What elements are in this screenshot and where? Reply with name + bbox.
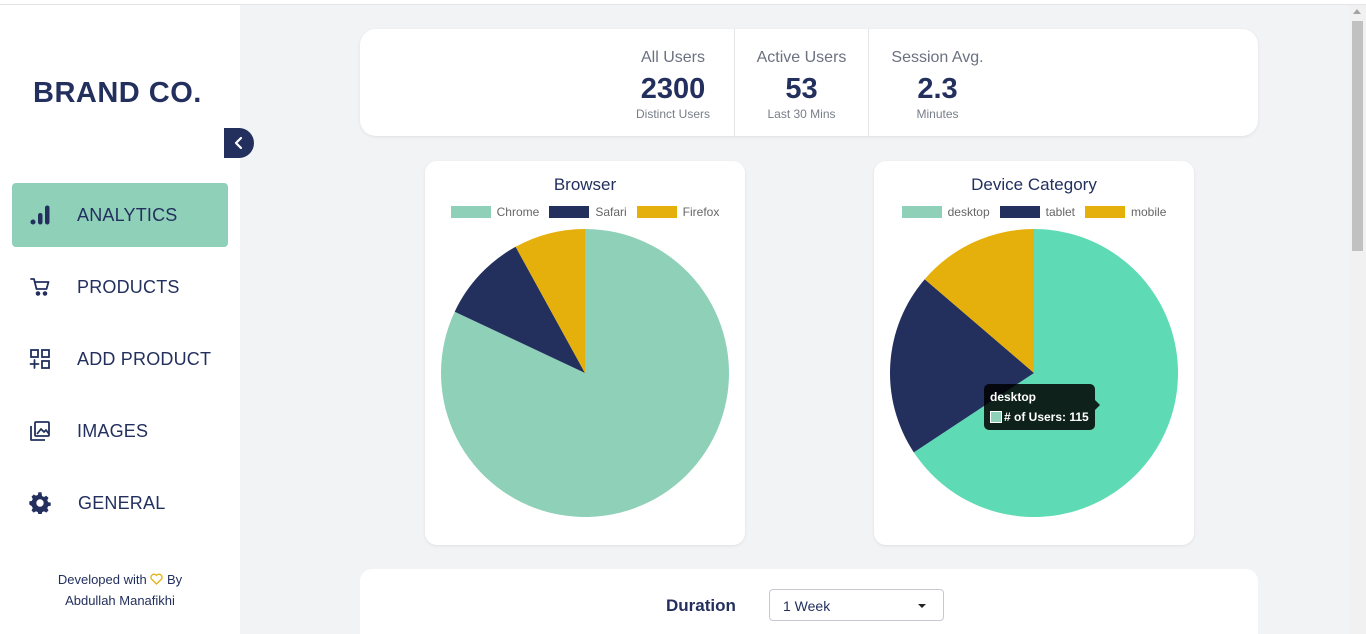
duration-select[interactable]: 1 Week (769, 589, 944, 621)
legend-swatch (450, 206, 491, 218)
heart-icon (150, 571, 163, 591)
scrollbar-thumb[interactable] (1352, 21, 1363, 251)
tooltip-title: desktop (990, 390, 1037, 404)
sidebar-item-label: GENERAL (78, 492, 166, 513)
footer-prefix: Developed with (57, 572, 147, 587)
browser-chart-card: Browser Chrome Safari Firefox (425, 161, 745, 545)
sidebar-item-products[interactable]: PRODUCTS (12, 255, 228, 319)
legend-item-mobile[interactable]: mobile (1085, 205, 1166, 219)
sidebar-item-add-product[interactable]: ADD PRODUCT (12, 327, 228, 391)
stats-card: All Users 2300 Distinct Users Active Use… (360, 29, 1258, 136)
sidebar-item-label: ANALYTICS (77, 204, 178, 225)
gear-icon (29, 492, 51, 514)
stat-sub: Distinct Users (635, 107, 710, 121)
legend-item-firefox[interactable]: Firefox (636, 205, 720, 219)
legend-swatch (636, 206, 677, 218)
tooltip-swatch (990, 411, 1002, 423)
stat-sub: Last 30 Mins (767, 107, 836, 121)
chart-title: Device Category (971, 175, 1097, 194)
legend-label: desktop (947, 205, 990, 219)
sidebar-item-analytics[interactable]: ANALYTICS (12, 183, 228, 247)
stat-active-users: Active Users 53 Last 30 Mins (735, 29, 868, 136)
footer-author: Abdullah Manafikhi (65, 592, 175, 608)
stat-label: Active Users (756, 49, 847, 66)
duration-selected: 1 Week (783, 598, 831, 614)
sidebar-item-label: PRODUCTS (77, 276, 180, 297)
stat-all-users: All Users 2300 Distinct Users (613, 29, 733, 136)
sidebar-item-label: ADD PRODUCT (77, 348, 212, 369)
chevron-left-icon (234, 136, 243, 150)
page-scrollbar[interactable] (1349, 5, 1366, 634)
legend-label: tablet (1045, 205, 1076, 219)
chart-legend: desktop tablet mobile (874, 205, 1194, 219)
device-pie-chart[interactable] (890, 229, 1178, 517)
stat-value: 53 (785, 73, 818, 105)
legend-label: Chrome (496, 205, 540, 219)
sidebar-item-images[interactable]: IMAGES (12, 399, 228, 463)
legend-label: Safari (595, 205, 627, 219)
stat-value: 2.3 (917, 73, 958, 105)
legend-swatch (1085, 206, 1126, 218)
legend-item-tablet[interactable]: tablet (999, 205, 1076, 219)
brand-logo: BRAND CO. (33, 77, 202, 109)
add-grid-icon (29, 348, 51, 370)
legend-swatch (549, 206, 590, 218)
device-chart-card: Device Category desktop tablet mobile de… (874, 161, 1194, 545)
legend-label: mobile (1131, 205, 1167, 219)
legend-item-desktop[interactable]: desktop (901, 205, 990, 219)
collapse-sidebar-button[interactable] (224, 128, 254, 158)
sidebar-item-general[interactable]: GENERAL (12, 471, 228, 535)
browser-pie-chart[interactable] (441, 229, 729, 517)
images-icon (29, 420, 51, 442)
tooltip-value: # of Users: 115 (1004, 410, 1089, 424)
stat-value: 2300 (640, 73, 706, 105)
duration-label: Duration (666, 596, 736, 615)
legend-swatch (999, 206, 1040, 218)
stat-label: All Users (640, 49, 705, 66)
chart-title: Browser (553, 175, 617, 194)
tooltip-caret (1094, 400, 1100, 410)
duration-card: Duration 1 Week (360, 569, 1258, 634)
stat-sub: Minutes (916, 107, 959, 121)
chart-tooltip: desktop # of Users: 115 (984, 384, 1100, 430)
legend-item-chrome[interactable]: Chrome (450, 205, 540, 219)
footer-by: By (166, 572, 183, 587)
legend-swatch (901, 206, 942, 218)
legend-label: Firefox (682, 205, 720, 219)
chart-legend: Chrome Safari Firefox (425, 205, 745, 219)
footer-credit: Developed with By Abdullah Manafikhi (0, 570, 240, 611)
sidebar-item-label: IMAGES (77, 420, 149, 441)
cart-icon (29, 276, 51, 298)
sidebar: BRAND CO. ANALYTICS PRODUCTS ADD PRODUCT… (0, 5, 240, 634)
stat-session-avg: Session Avg. 2.3 Minutes (869, 29, 1006, 136)
legend-item-safari[interactable]: Safari (549, 205, 627, 219)
stat-label: Session Avg. (891, 49, 984, 66)
bar-chart-icon (29, 204, 51, 226)
scroll-up-icon[interactable] (1353, 9, 1361, 14)
caret-down-icon (918, 604, 926, 608)
